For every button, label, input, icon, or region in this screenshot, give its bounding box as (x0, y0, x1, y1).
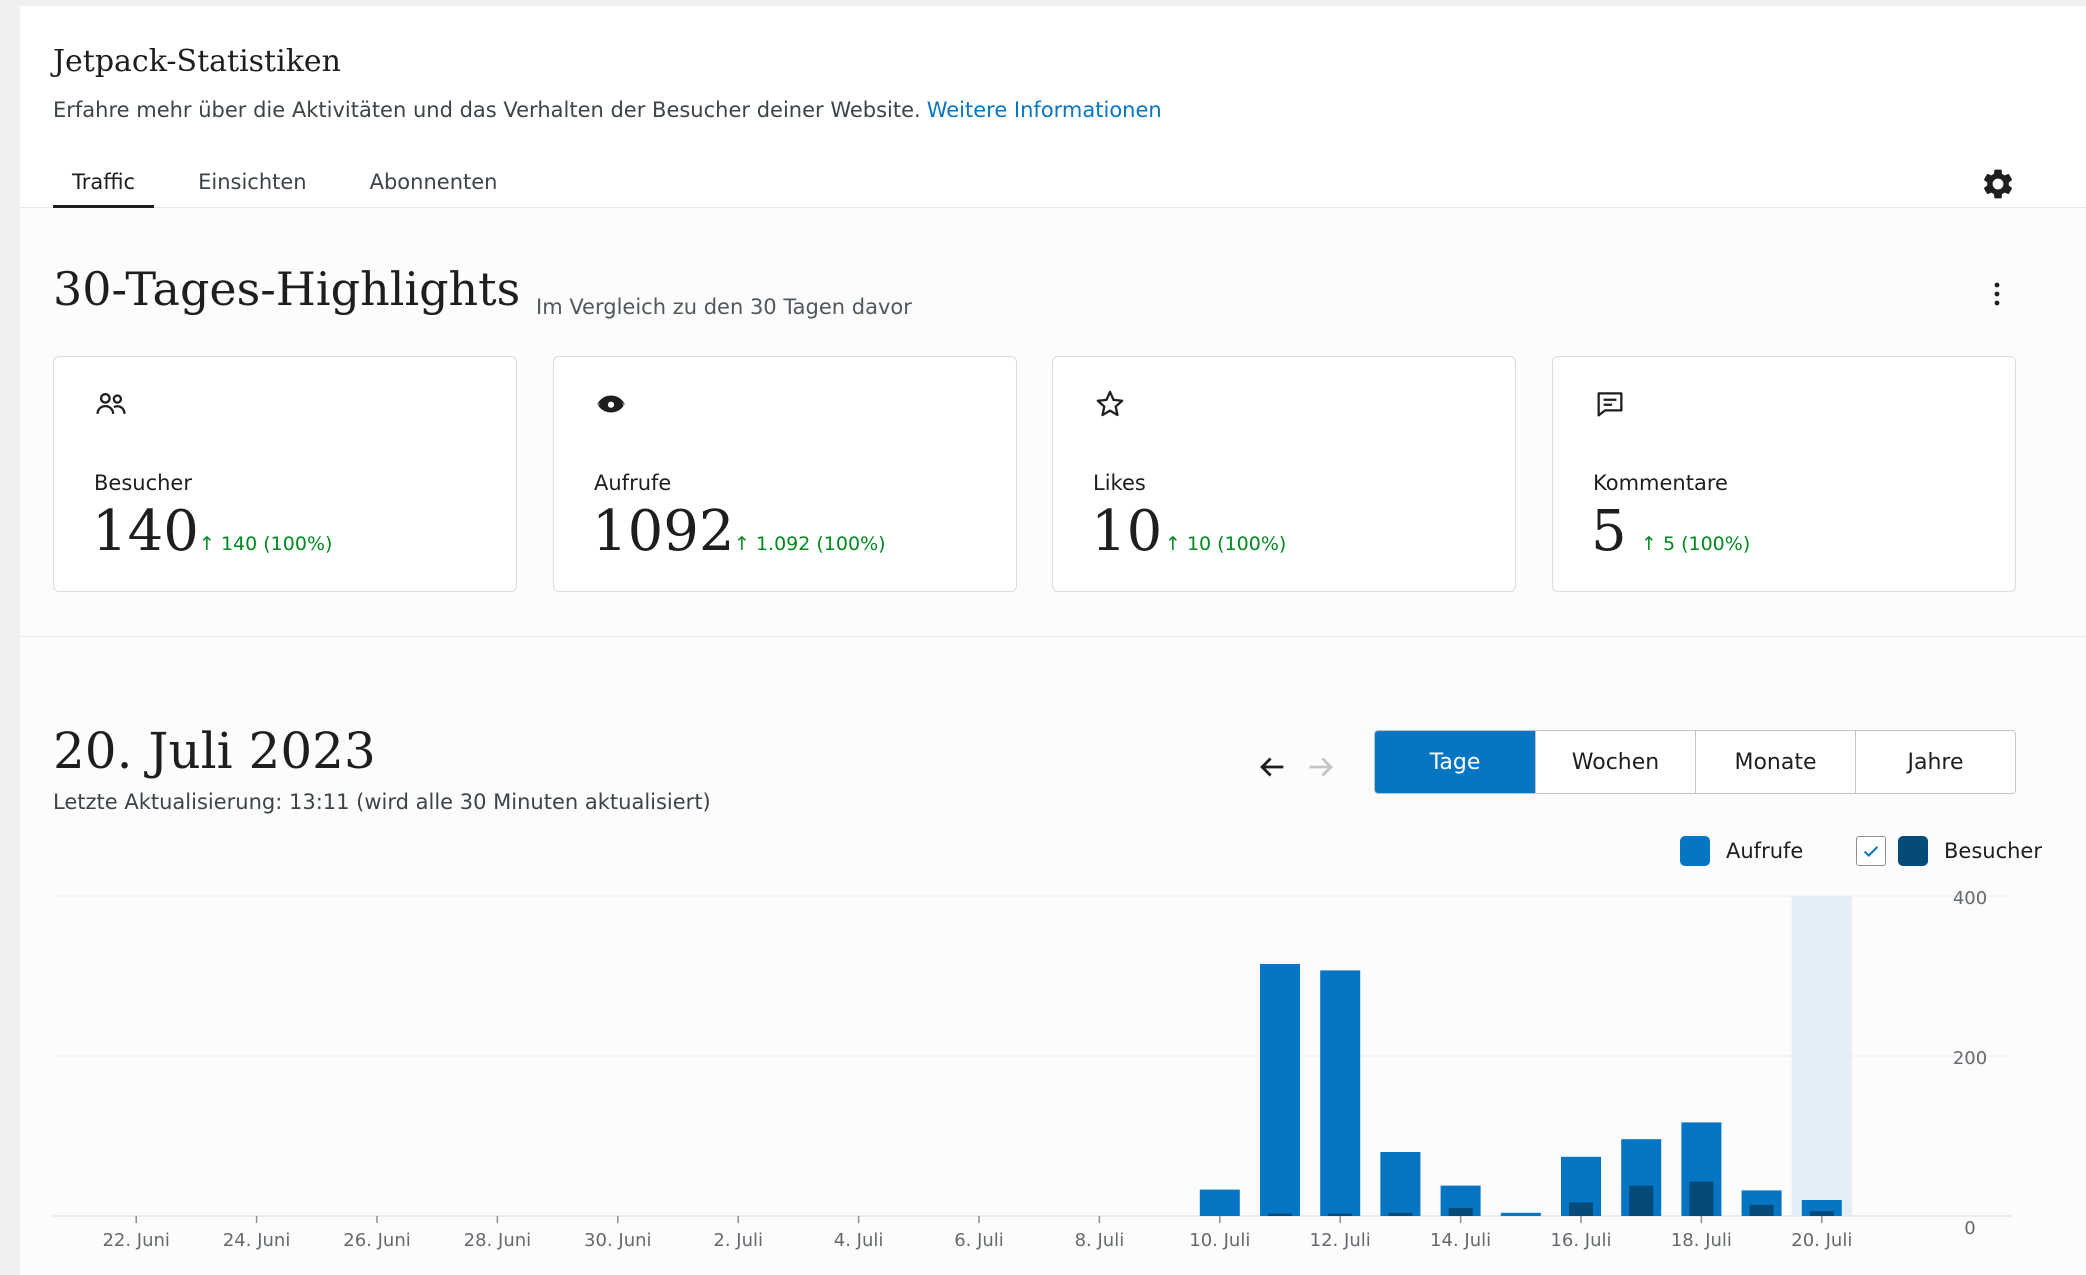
period-wochen-button[interactable]: Wochen (1535, 731, 1695, 793)
bar-besucher (1448, 1208, 1473, 1216)
comment-icon (1597, 392, 1623, 417)
card-label: Likes (1093, 471, 1146, 495)
traffic-date-title: 20. Juli 2023 (53, 722, 376, 780)
x-tick-label: 10. Juli (1189, 1230, 1250, 1251)
page-header: Jetpack-Statistiken Erfahre mehr über di… (20, 6, 2086, 208)
legend-swatch-aufrufe (1680, 836, 1710, 866)
x-tick-label: 18. Juli (1671, 1230, 1732, 1251)
bar-besucher (1809, 1211, 1834, 1216)
x-tick-label: 4. Juli (834, 1230, 884, 1251)
highlight-card-likes: Likes 10 ↑ 10 (100%) (1052, 356, 1516, 592)
selected-day-highlight (1791, 896, 1852, 1216)
bar-besucher (1629, 1185, 1654, 1216)
period-monate-button[interactable]: Monate (1695, 731, 1855, 793)
y-tick-label: 400 (1953, 888, 1987, 909)
card-label: Aufrufe (594, 471, 672, 495)
card-value: 1092 (592, 499, 735, 564)
card-delta: ↑ 10 (100%) (1165, 533, 1287, 555)
highlight-card-besucher: Besucher 140 ↑ 140 (100%) (53, 356, 517, 592)
bar-besucher (1328, 1213, 1353, 1216)
legend-label: Besucher (1944, 839, 2042, 863)
x-tick-label: 16. Juli (1550, 1230, 1611, 1251)
card-delta: ↑ 140 (100%) (199, 533, 333, 555)
arrow-right-icon[interactable] (1304, 750, 1338, 784)
x-tick-label: 26. Juni (343, 1230, 410, 1251)
x-tick-label: 30. Juni (584, 1230, 651, 1251)
x-tick-label: 28. Juni (464, 1230, 531, 1251)
bar-aufrufe (1260, 964, 1300, 1216)
card-label: Besucher (94, 471, 192, 495)
highlights-subtitle: Im Vergleich zu den 30 Tagen davor (536, 295, 912, 319)
x-tick-label: 8. Juli (1075, 1230, 1125, 1251)
people-icon (96, 392, 126, 415)
legend-checkbox-besucher[interactable] (1856, 836, 1886, 866)
tab-abonnenten[interactable]: Abonnenten (351, 164, 517, 208)
gear-icon[interactable] (1980, 166, 2016, 202)
section-divider (20, 636, 2086, 637)
bar-besucher (1569, 1202, 1593, 1216)
legend-swatch-besucher (1898, 836, 1928, 866)
tab-traffic[interactable]: Traffic (53, 164, 155, 208)
y-tick-label: 200 (1953, 1048, 1987, 1069)
bar-aufrufe (1199, 1189, 1240, 1216)
card-value: 5 (1591, 499, 1627, 564)
bar-aufrufe (1380, 1152, 1421, 1216)
x-tick-label: 14. Juli (1430, 1230, 1491, 1251)
bar-besucher (1749, 1204, 1774, 1216)
x-tick-label: 22. Juni (102, 1230, 169, 1251)
x-tick-label: 2. Juli (713, 1230, 763, 1251)
tab-einsichten[interactable]: Einsichten (179, 164, 326, 208)
legend-besucher[interactable]: Besucher (1856, 834, 2042, 868)
tab-bar: Traffic Einsichten Abonnenten (53, 164, 516, 208)
star-icon (1096, 390, 1124, 417)
period-tage-button[interactable]: Tage (1375, 731, 1535, 793)
legend-aufrufe: Aufrufe (1680, 834, 1803, 868)
legend-label: Aufrufe (1726, 839, 1804, 863)
highlight-card-aufrufe: Aufrufe 1092 ↑ 1.092 (100%) (553, 356, 1017, 592)
page-title: Jetpack-Statistiken (53, 44, 341, 79)
bar-besucher (1689, 1181, 1714, 1216)
x-tick-label: 24. Juni (223, 1230, 290, 1251)
period-jahre-button[interactable]: Jahre (1855, 731, 2015, 793)
traffic-bar-chart: 0 200 400 22. Juni 24. Juni 26. Juni 28. Juni 3… (53, 888, 2012, 1251)
kebab-menu-icon[interactable] (1985, 276, 2009, 312)
highlights-title: 30-Tages-Highlights (53, 262, 521, 316)
bar-aufrufe (1500, 1212, 1541, 1216)
checkmark-icon (1863, 846, 1879, 858)
description-text: Erfahre mehr über die Aktivitäten und da… (53, 98, 921, 122)
x-tick-label: 20. Juli (1791, 1230, 1852, 1251)
eye-icon (596, 395, 626, 413)
bar-aufrufe (1320, 970, 1361, 1216)
highlight-card-kommentare: Kommentare 5 ↑ 5 (100%) (1552, 356, 2016, 592)
last-updated-text: Letzte Aktualisierung: 13:11 (wird alle … (53, 790, 711, 814)
bar-besucher (1388, 1212, 1413, 1216)
x-tick-label: 6. Juli (954, 1230, 1004, 1251)
card-value: 140 (92, 499, 199, 564)
arrow-left-icon[interactable] (1255, 750, 1289, 784)
card-value: 10 (1091, 499, 1163, 564)
stats-page: Jetpack-Statistiken Erfahre mehr über di… (20, 6, 2086, 1275)
card-delta: ↑ 1.092 (100%) (734, 533, 886, 555)
card-delta: ↑ 5 (100%) (1641, 533, 1751, 555)
period-switcher: Tage Wochen Monate Jahre (1374, 730, 2016, 794)
more-info-link[interactable]: Weitere Informationen (927, 98, 1162, 122)
y-tick-label: 0 (1964, 1218, 1975, 1239)
bar-besucher (1268, 1213, 1292, 1216)
x-tick-label: 12. Juli (1310, 1230, 1371, 1251)
page-description: Erfahre mehr über die Aktivitäten und da… (53, 98, 1162, 122)
card-label: Kommentare (1593, 471, 1728, 495)
